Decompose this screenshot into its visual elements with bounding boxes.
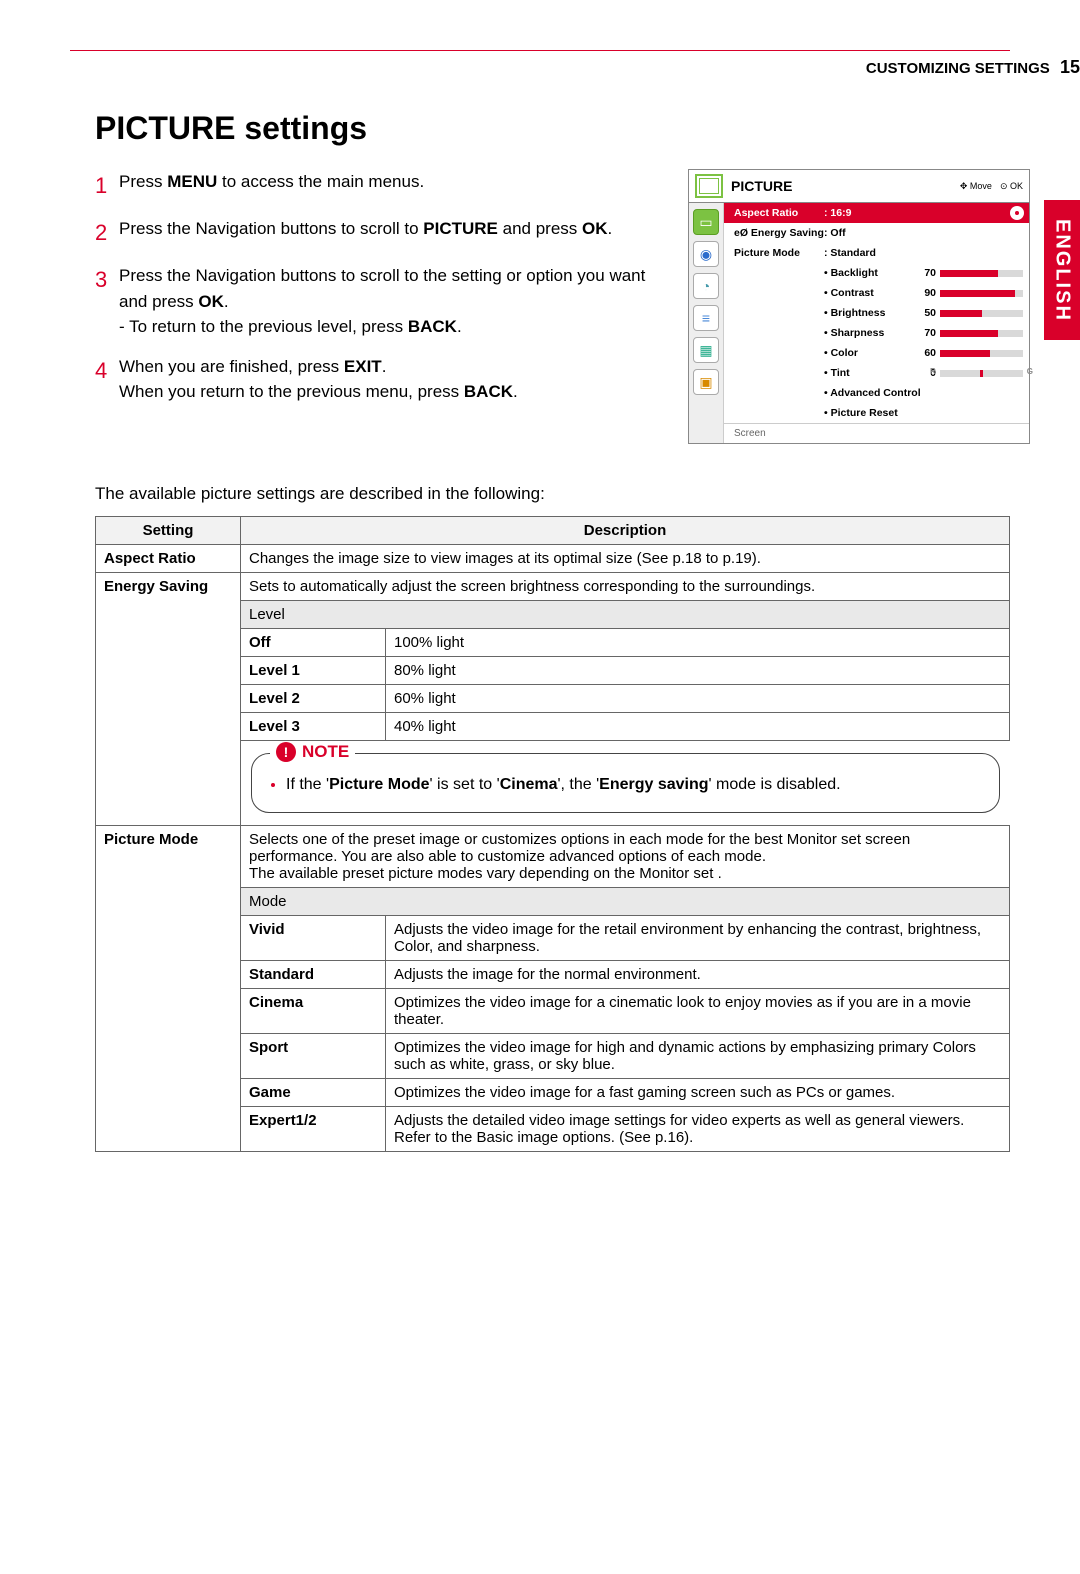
tab-mymedia-icon[interactable]: ▣: [693, 369, 719, 395]
tab-picture-icon[interactable]: ▭: [693, 209, 719, 235]
osd-row-brightness[interactable]: • Brightness 50: [724, 303, 1029, 323]
step-1: 1 Press MENU to access the main menus.: [95, 169, 668, 202]
note-box: ! NOTE If the 'Picture Mode' is set to '…: [251, 753, 1000, 813]
osd-row-aspect-ratio[interactable]: Aspect Ratio : 16:9: [724, 203, 1029, 223]
osd-row-energy-saving[interactable]: eØ Energy Saving : Off: [724, 223, 1029, 243]
osd-row-tint[interactable]: • Tint 0: [724, 363, 1029, 383]
step-number: 4: [95, 354, 119, 405]
ok-hint: OK: [1000, 181, 1023, 192]
slider-bar: [940, 270, 1023, 277]
cell-setting: Aspect Ratio: [96, 545, 241, 573]
step-number: 2: [95, 216, 119, 249]
osd-footer[interactable]: Screen: [724, 423, 1029, 443]
cell-desc: Selects one of the preset image or custo…: [241, 826, 1010, 888]
osd-row-color[interactable]: • Color 60: [724, 343, 1029, 363]
tab-option-icon[interactable]: ≡: [693, 305, 719, 331]
cell-level-hdr: Level: [241, 601, 1010, 629]
th-setting: Setting: [96, 517, 241, 545]
slider-bar: [940, 370, 1023, 377]
language-label: ENGLISH: [1051, 219, 1074, 322]
slider-bar: [940, 330, 1023, 337]
tab-time-icon[interactable]: ◔: [693, 273, 719, 299]
table-row: Aspect Ratio Changes the image size to v…: [96, 545, 1010, 573]
note-icon: !: [276, 742, 296, 762]
step-2: 2 Press the Navigation buttons to scroll…: [95, 216, 668, 249]
step-3: 3 Press the Navigation buttons to scroll…: [95, 263, 668, 340]
step-text: Press the Navigation buttons to scroll t…: [119, 263, 668, 340]
cell-setting: Energy Saving: [96, 573, 241, 826]
step-number: 1: [95, 169, 119, 202]
th-description: Description: [241, 517, 1010, 545]
cell-setting: Picture Mode: [96, 826, 241, 1152]
osd-row-picture-reset[interactable]: • Picture Reset: [724, 403, 1029, 423]
osd-hints: Move OK: [960, 181, 1023, 192]
osd-title-row: PICTURE Move OK: [689, 170, 1029, 203]
table-row: Picture Mode Selects one of the preset i…: [96, 826, 1010, 888]
page-header: CUSTOMIZING SETTINGS 15: [0, 51, 1080, 78]
note-text: If the 'Picture Mode' is set to 'Cinema'…: [286, 776, 983, 794]
slider-bar: [940, 290, 1023, 297]
osd-menu-list: Aspect Ratio : 16:9 eØ Energy Saving : O…: [724, 203, 1029, 443]
osd-row-advanced-control[interactable]: • Advanced Control: [724, 383, 1029, 403]
picture-icon: [695, 174, 723, 198]
page-title: PICTURE settings: [95, 110, 1010, 147]
note-label: ! NOTE: [270, 742, 355, 762]
steps-list: 1 Press MENU to access the main menus. 2…: [95, 169, 668, 419]
tab-audio-icon[interactable]: ◉: [693, 241, 719, 267]
page-number: 15: [1060, 57, 1080, 77]
osd-title: PICTURE: [731, 178, 960, 194]
language-tab: ENGLISH: [1044, 200, 1080, 340]
osd-row-contrast[interactable]: • Contrast 90: [724, 283, 1029, 303]
table-row: Energy Saving Sets to automatically adju…: [96, 573, 1010, 601]
move-hint: Move: [960, 181, 992, 192]
cell-mode-hdr: Mode: [241, 888, 1010, 916]
osd-row-sharpness[interactable]: • Sharpness 70: [724, 323, 1029, 343]
cell-desc: Changes the image size to view images at…: [241, 545, 1010, 573]
osd-row-picture-mode[interactable]: Picture Mode : Standard: [724, 243, 1029, 263]
osd-row-backlight[interactable]: • Backlight 70: [724, 263, 1029, 283]
settings-table: Setting Description Aspect Ratio Changes…: [95, 516, 1010, 1152]
slider-bar: [940, 350, 1023, 357]
tab-network-icon[interactable]: ▦: [693, 337, 719, 363]
cell-desc: Sets to automatically adjust the screen …: [241, 573, 1010, 601]
osd-panel: PICTURE Move OK ▭ ◉ ◔ ≡ ▦ ▣ Aspect Rat: [688, 169, 1030, 444]
section-title: CUSTOMIZING SETTINGS: [866, 60, 1050, 77]
table-intro: The available picture settings are descr…: [95, 484, 1010, 504]
step-4: 4 When you are finished, press EXIT. Whe…: [95, 354, 668, 405]
selected-indicator-icon: [1011, 207, 1023, 219]
slider-bar: [940, 310, 1023, 317]
step-text: When you are finished, press EXIT. When …: [119, 354, 668, 405]
step-number: 3: [95, 263, 119, 340]
step-text: Press MENU to access the main menus.: [119, 169, 668, 202]
step-text: Press the Navigation buttons to scroll t…: [119, 216, 668, 249]
osd-side-tabs: ▭ ◉ ◔ ≡ ▦ ▣: [689, 203, 724, 443]
